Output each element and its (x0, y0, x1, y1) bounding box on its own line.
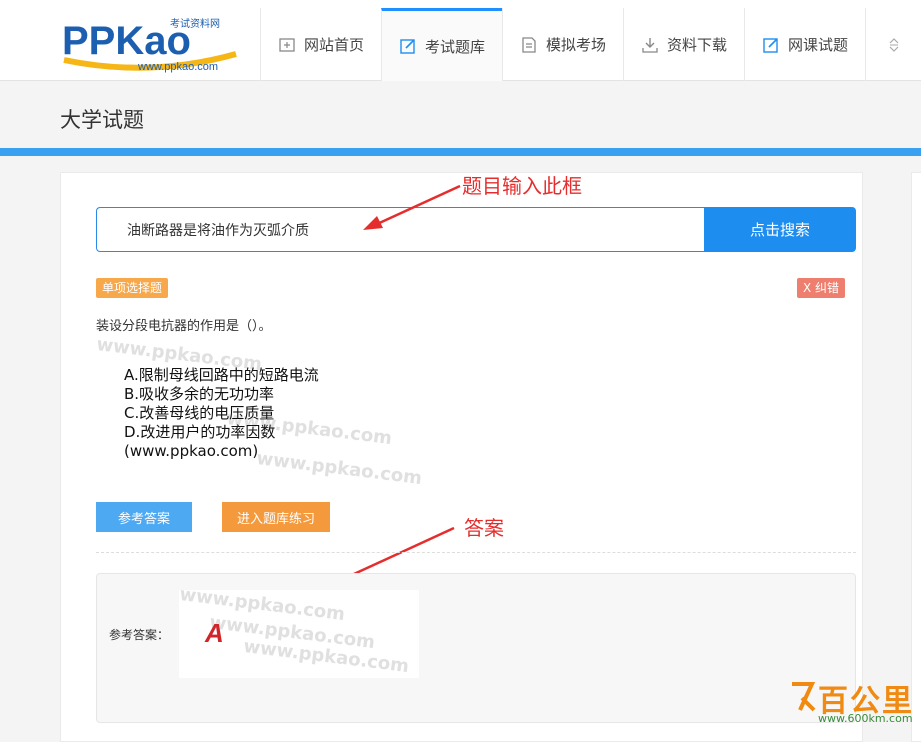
option-a: A.限制母线回路中的短路电流 (124, 366, 319, 384)
answer-label: 参考答案： (109, 628, 170, 642)
corner-logo-mark-icon (792, 682, 816, 712)
options-list: A.限制母线回路中的短路电流 B.吸收多余的无功功率 C.改善母线的电压质量 D… (124, 366, 319, 461)
logo-url: www.ppkao.com (137, 61, 218, 73)
nav-item-question-bank[interactable]: 考试题库 (381, 8, 502, 81)
options-image: www.ppkao.com www.ppkao.com www.ppkao.co… (95, 334, 438, 498)
annotation-arrow (363, 184, 461, 230)
nav-label: 网课试题 (787, 36, 848, 54)
answer-box: 参考答案： www.ppkao.com www.ppkao.com www.pp… (96, 573, 856, 723)
option-c: C.改善母线的电压质量 (124, 404, 275, 422)
title-bar: 大学试题 (0, 82, 921, 148)
home-icon (279, 37, 295, 52)
annotation-answer-note: 答案 (464, 516, 504, 540)
nav-label: 模拟考场 (545, 36, 606, 54)
nav-item-mock-exam[interactable]: 模拟考场 (502, 8, 623, 81)
nav-item-online-course[interactable]: 网课试题 (744, 8, 865, 81)
divider-bar (0, 148, 921, 156)
nav-label: 网站首页 (303, 36, 364, 54)
main-nav: 网站首页 考试题库 模拟考场 资料下载 网课试题 (260, 8, 921, 81)
page-title: 大学试题 (60, 108, 144, 132)
search-query: 油断路器是将油作为灭弧介质 (127, 223, 309, 239)
logo-tagline: 考试资料网 (170, 17, 220, 30)
top-header: PPKao 考试资料网 www.ppkao.com 网站首页 考试题库 模拟考场… (0, 0, 921, 81)
question-text: 装设分段电抗器的作用是（）。 (96, 319, 272, 334)
edit-icon (400, 39, 415, 54)
nav-item-downloads[interactable]: 资料下载 (623, 8, 744, 81)
option-source: (www.ppkao.com) (124, 442, 259, 460)
nav-more-button[interactable] (865, 8, 921, 81)
reference-answer-button[interactable]: 参考答案 (96, 502, 192, 532)
section-divider (96, 552, 856, 553)
download-icon (642, 37, 658, 53)
document-icon (522, 36, 536, 53)
nav-label: 考试题库 (424, 37, 485, 56)
question-type-tag: 单项选择题 (96, 278, 169, 298)
option-d: D.改进用户的功率因数 (124, 423, 276, 441)
nav-label: 资料下载 (666, 36, 727, 54)
annotation-search-note: 题目输入此框 (462, 174, 582, 198)
side-panel (911, 172, 921, 742)
corner-logo: 百公里 www.600km.com (788, 676, 921, 728)
option-b: B.吸收多余的无功功率 (124, 385, 275, 403)
answer-value: A (205, 618, 224, 648)
sort-arrows-icon (889, 37, 898, 52)
corner-logo-url: www.600km.com (818, 712, 913, 725)
report-error-button[interactable]: X 纠错 (797, 278, 846, 298)
answer-image: www.ppkao.com www.ppkao.com www.ppkao.co… (179, 590, 419, 678)
search-button[interactable]: 点击搜索 (704, 207, 856, 252)
nav-item-home[interactable]: 网站首页 (260, 8, 381, 81)
edit-icon (763, 37, 778, 53)
ppkao-logo[interactable]: PPKao 考试资料网 www.ppkao.com (60, 14, 240, 74)
